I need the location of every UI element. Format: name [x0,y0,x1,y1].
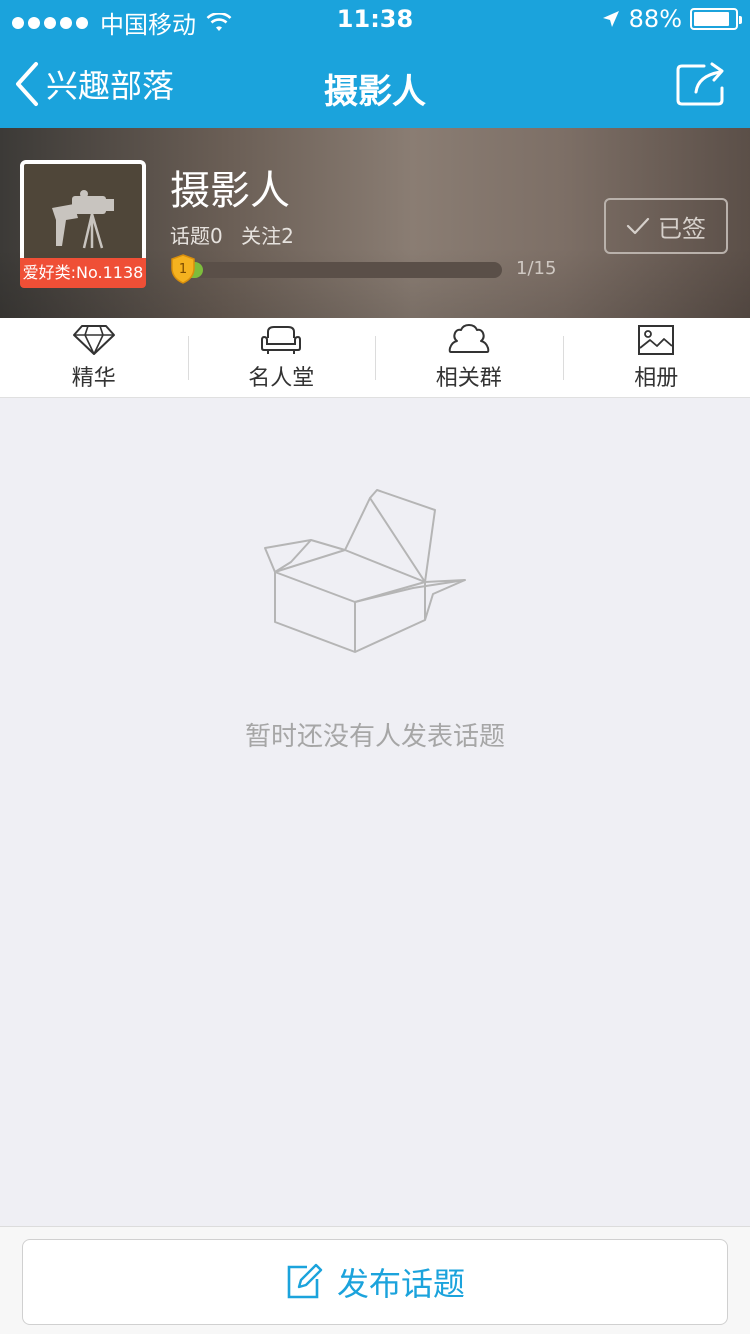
empty-state: 暂时还没有人发表话题 [0,470,750,753]
tab-label: 精华 [71,365,116,391]
checkmark-icon [626,217,650,235]
navigation-bar: 兴趣部落 摄影人 [0,40,750,128]
battery-icon [690,8,742,30]
follower-count: 关注2 [241,224,294,248]
group-icon [448,323,490,353]
tab-hall-of-fame[interactable]: 名人堂 [187,318,376,397]
tab-album[interactable]: 相册 [562,318,750,397]
group-name: 摄影人 [170,168,290,214]
tab-featured[interactable]: 精华 [0,318,188,397]
group-header: 爱好类:No.1138 摄影人 话题0 关注2 1 1/15 已签 [0,128,750,318]
status-bar: 中国移动 11:38 88% [0,0,750,40]
tab-label: 名人堂 [248,365,315,391]
signed-button-label: 已签 [658,214,706,243]
rank-badge: 爱好类:No.1138 [20,258,146,288]
share-icon[interactable] [674,60,730,108]
tab-label: 相关群 [435,365,502,391]
page-title: 摄影人 [324,72,426,112]
empty-state-message: 暂时还没有人发表话题 [244,722,505,752]
level-shield-icon: 1 [171,254,195,284]
location-arrow-icon [602,11,619,27]
bottom-toolbar: 发布话题 [0,1226,750,1334]
sofa-icon [261,325,302,354]
group-stats: 话题0 关注2 [170,220,306,249]
section-tabs: 精华 名人堂 相关群 相册 [0,318,750,398]
edit-icon [287,1263,323,1299]
level-progress-text: 1/15 [516,258,557,279]
camera-tripod-icon [52,190,114,249]
tab-label: 相册 [634,365,679,391]
tab-related-groups[interactable]: 相关群 [375,318,563,397]
photo-icon [638,324,675,355]
level-progress-bar [182,262,502,278]
level-number: 1 [179,262,187,277]
topic-count: 话题0 [170,224,223,248]
battery-percent: 88% [628,5,682,33]
diamond-icon [72,324,115,355]
signed-button[interactable]: 已签 [604,198,728,254]
post-topic-button[interactable]: 发布话题 [22,1239,728,1325]
empty-box-icon [264,489,466,653]
post-topic-label: 发布话题 [336,1265,465,1303]
